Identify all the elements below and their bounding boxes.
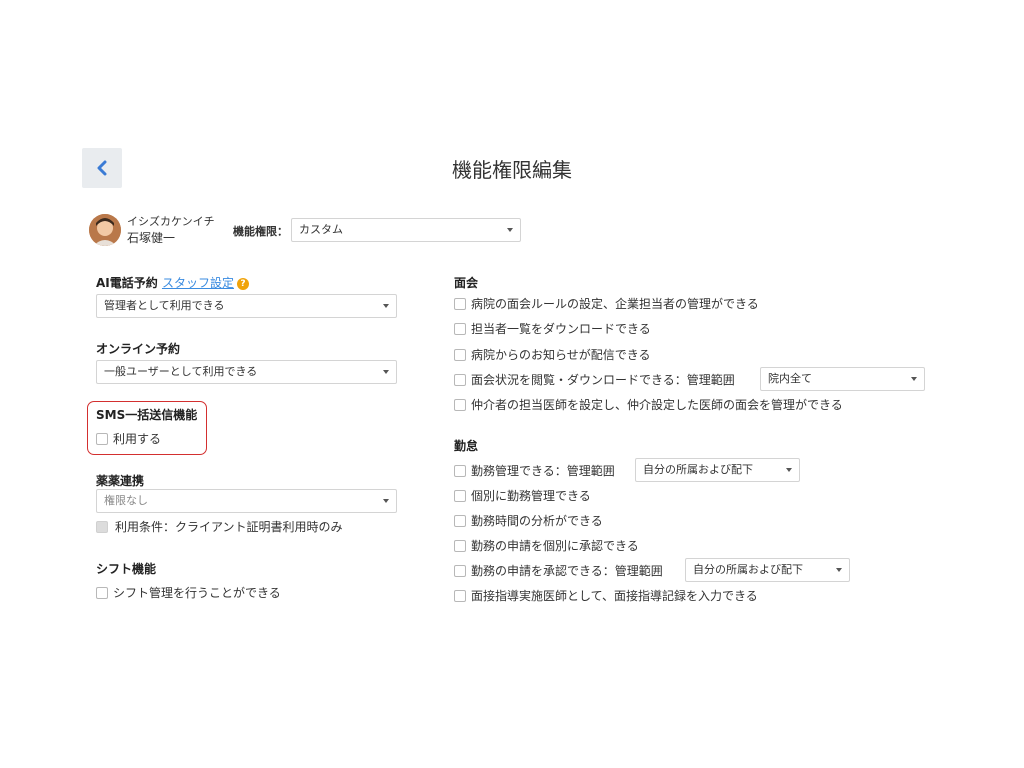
shift-title: シフト機能: [96, 562, 157, 576]
checkbox-icon[interactable]: [454, 322, 466, 335]
attendance-item-label: 勤務時間の分析ができる: [471, 514, 603, 528]
sms-title: SMS一括送信機能: [96, 408, 198, 422]
checkbox-icon[interactable]: [454, 564, 466, 577]
attendance-scope-select-2[interactable]: 自分の所属および配下: [685, 558, 850, 582]
attendance-scope-select-value: 自分の所属および配下: [643, 463, 753, 476]
caret-down-icon: [786, 468, 792, 472]
visit-item[interactable]: 担当者一覧をダウンロードできる: [454, 320, 651, 337]
attendance-item[interactable]: 勤務の申請を個別に承認できる: [454, 537, 639, 554]
checkbox-icon[interactable]: [454, 464, 466, 477]
attendance-item[interactable]: 勤務管理できる：管理範囲: [454, 462, 615, 479]
visit-item-label: 病院からのお知らせが配信できる: [471, 348, 651, 362]
visit-item[interactable]: 病院からのお知らせが配信できる: [454, 346, 651, 363]
attendance-title: 勤怠: [454, 439, 479, 453]
online-reservation-select[interactable]: 一般ユーザーとして利用できる: [96, 360, 397, 384]
visit-item[interactable]: 面会状況を閲覧・ダウンロードできる：管理範囲: [454, 371, 735, 388]
ai-phone-title: AI電話予約 スタッフ設定?: [96, 274, 249, 291]
ai-phone-title-text: AI電話予約: [96, 276, 158, 290]
checkbox-icon[interactable]: [454, 514, 466, 527]
visit-item-label: 病院の面会ルールの設定、企業担当者の管理ができる: [471, 297, 759, 311]
online-reservation-title: オンライン予約: [96, 342, 181, 356]
visit-item-label: 担当者一覧をダウンロードできる: [471, 322, 651, 336]
sms-use-checkbox[interactable]: 利用する: [96, 430, 161, 447]
attendance-item[interactable]: 勤務の申請を承認できる：管理範囲: [454, 562, 663, 579]
attendance-scope-select-value: 自分の所属および配下: [693, 563, 803, 576]
checkbox-icon[interactable]: [454, 489, 466, 502]
caret-down-icon: [383, 370, 389, 374]
checkbox-icon[interactable]: [454, 589, 466, 602]
permission-label: 機能権限：: [233, 225, 288, 238]
caret-down-icon: [911, 377, 917, 381]
attendance-item-label: 勤務の申請を承認できる：管理範囲: [471, 564, 663, 578]
attendance-item-label: 勤務の申請を個別に承認できる: [471, 539, 639, 553]
checkbox-icon[interactable]: [96, 586, 108, 599]
attendance-item[interactable]: 個別に勤務管理できる: [454, 487, 591, 504]
checkbox-icon: [96, 520, 108, 533]
user-name: 石塚健一: [127, 231, 176, 245]
online-reservation-select-value: 一般ユーザーとして利用できる: [104, 365, 258, 378]
drug-link-title: 薬薬連携: [96, 474, 145, 488]
caret-down-icon: [383, 499, 389, 503]
visit-item[interactable]: 仲介者の担当医師を設定し、仲介設定した医師の面会を管理ができる: [454, 396, 843, 413]
visit-scope-select-value: 院内全て: [768, 372, 812, 385]
shift-manage-label: シフト管理を行うことができる: [113, 586, 281, 600]
user-kana: イシズカケンイチ: [127, 215, 215, 228]
caret-down-icon: [383, 304, 389, 308]
permission-select-value: カスタム: [299, 223, 343, 236]
visit-item[interactable]: 病院の面会ルールの設定、企業担当者の管理ができる: [454, 295, 759, 312]
attendance-item-label: 勤務管理できる：管理範囲: [471, 464, 615, 478]
client-cert-label: 利用条件：クライアント証明書利用時のみ: [115, 520, 343, 534]
checkbox-icon[interactable]: [454, 348, 466, 361]
ai-phone-select-value: 管理者として利用できる: [104, 299, 225, 312]
visit-title: 面会: [454, 276, 479, 290]
help-icon[interactable]: ?: [236, 277, 249, 290]
attendance-item-label: 面接指導実施医師として、面接指導記録を入力できる: [471, 589, 758, 603]
client-cert-checkbox: 利用条件：クライアント証明書利用時のみ: [96, 518, 343, 535]
page-title: 機能権限編集: [452, 158, 572, 182]
staff-settings-link[interactable]: スタッフ設定: [162, 276, 234, 290]
avatar: [89, 214, 121, 246]
attendance-scope-select-1[interactable]: 自分の所属および配下: [635, 458, 800, 482]
visit-scope-select[interactable]: 院内全て: [760, 367, 925, 391]
drug-link-select[interactable]: 権限なし: [96, 489, 397, 513]
visit-item-label: 面会状況を閲覧・ダウンロードできる：管理範囲: [471, 373, 735, 387]
visit-item-label: 仲介者の担当医師を設定し、仲介設定した医師の面会を管理ができる: [471, 398, 843, 412]
drug-link-select-value: 権限なし: [104, 494, 148, 507]
attendance-item-label: 個別に勤務管理できる: [471, 489, 591, 503]
caret-down-icon: [507, 228, 513, 232]
checkbox-icon[interactable]: [454, 373, 466, 386]
sms-use-label: 利用する: [113, 432, 162, 446]
attendance-item[interactable]: 勤務時間の分析ができる: [454, 512, 603, 529]
checkbox-icon[interactable]: [454, 398, 466, 411]
checkbox-icon[interactable]: [454, 297, 466, 310]
ai-phone-select[interactable]: 管理者として利用できる: [96, 294, 397, 318]
attendance-item[interactable]: 面接指導実施医師として、面接指導記録を入力できる: [454, 587, 758, 604]
caret-down-icon: [836, 568, 842, 572]
permission-select[interactable]: カスタム: [291, 218, 521, 242]
checkbox-icon[interactable]: [454, 539, 466, 552]
shift-manage-checkbox[interactable]: シフト管理を行うことができる: [96, 584, 281, 601]
checkbox-icon[interactable]: [96, 432, 108, 445]
